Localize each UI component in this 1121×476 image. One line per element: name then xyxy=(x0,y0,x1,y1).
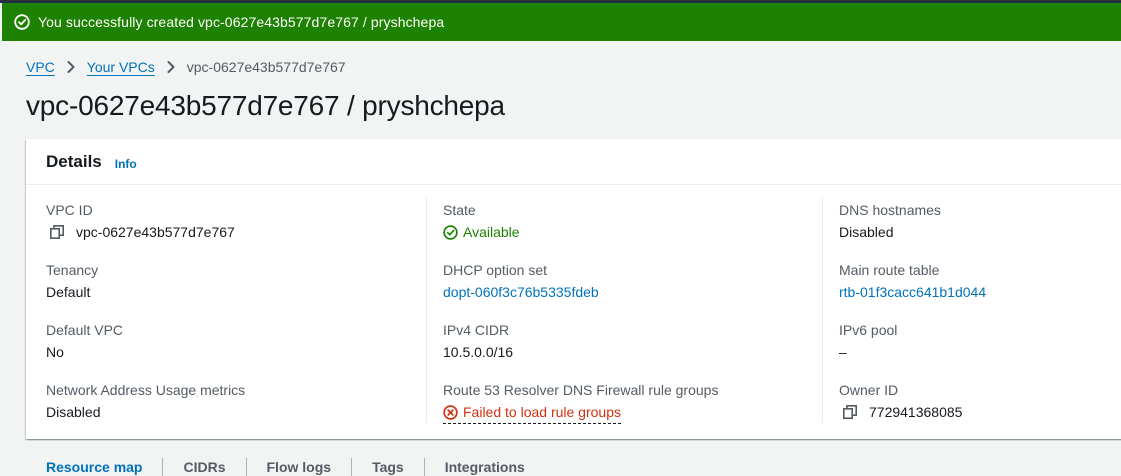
vpc-id-field: VPC ID vpc-0627e43b577d7e767 xyxy=(46,201,426,261)
tab-flow-logs[interactable]: Flow logs xyxy=(245,458,352,476)
r53-firewall-field: Route 53 Resolver DNS Firewall rule grou… xyxy=(443,381,823,441)
details-column-2: State Available DHCP option set dopt-060… xyxy=(443,201,823,441)
info-link[interactable]: Info xyxy=(115,157,137,171)
vpc-id-value: vpc-0627e43b577d7e767 xyxy=(76,224,235,240)
breadcrumb-your-vpcs-link[interactable]: Your VPCs xyxy=(87,59,155,75)
details-panel: Details Info VPC ID vpc-0627e43b577d7e76… xyxy=(26,139,1121,439)
details-column-3: DNS hostnames Disabled Main route table … xyxy=(839,201,1121,441)
vpc-id-label: VPC ID xyxy=(46,202,93,218)
dns-hostnames-field: DNS hostnames Disabled xyxy=(839,201,1121,261)
page-title: vpc-0627e43b577d7e767 / pryshchepa xyxy=(26,90,505,121)
check-circle-icon xyxy=(443,224,458,240)
ipv6-pool-label: IPv6 pool xyxy=(839,322,898,338)
owner-id-label: Owner ID xyxy=(839,382,899,398)
nau-metrics-field: Network Address Usage metrics Disabled xyxy=(46,381,426,441)
dhcp-field: DHCP option set dopt-060f3c76b5335fdeb xyxy=(443,261,823,321)
main-route-table-label: Main route table xyxy=(839,262,940,278)
main-route-table-field: Main route table rtb-01f3cacc641b1d044 xyxy=(839,261,1121,321)
dns-hostnames-value: Disabled xyxy=(839,224,894,240)
column-divider xyxy=(426,197,427,423)
flash-message: You successfully created vpc-0627e43b577… xyxy=(38,14,445,30)
tab-tags[interactable]: Tags xyxy=(351,458,424,476)
dns-hostnames-label: DNS hostnames xyxy=(839,202,941,218)
details-title: Details xyxy=(46,151,102,171)
tenancy-field: Tenancy Default xyxy=(46,261,426,321)
details-header: Details Info xyxy=(26,139,1121,185)
check-circle-icon xyxy=(14,14,30,30)
state-label: State xyxy=(443,202,476,218)
chevron-right-icon xyxy=(166,60,176,74)
ipv6-pool-value: – xyxy=(839,344,847,360)
ipv4-cidr-field: IPv4 CIDR 10.5.0.0/16 xyxy=(443,321,823,381)
copy-icon[interactable] xyxy=(50,225,64,239)
ipv4-cidr-value: 10.5.0.0/16 xyxy=(443,344,514,360)
default-vpc-label: Default VPC xyxy=(46,322,124,338)
detail-tabs: Resource map CIDRs Flow logs Tags Integr… xyxy=(26,458,545,476)
default-vpc-value: No xyxy=(46,344,64,360)
default-vpc-field: Default VPC No xyxy=(46,321,426,381)
copy-icon[interactable] xyxy=(843,405,857,419)
r53-firewall-label: Route 53 Resolver DNS Firewall rule grou… xyxy=(443,382,719,398)
dhcp-label: DHCP option set xyxy=(443,262,548,278)
r53-error-popover-trigger[interactable]: Failed to load rule groups xyxy=(443,403,621,424)
breadcrumb-vpc-link[interactable]: VPC xyxy=(26,59,55,75)
tab-integrations[interactable]: Integrations xyxy=(423,458,545,476)
breadcrumb: VPC Your VPCs vpc-0627e43b577d7e767 xyxy=(26,59,346,75)
owner-id-field: Owner ID 772941368085 xyxy=(839,381,1121,441)
state-field: State Available xyxy=(443,201,823,261)
tab-resource-map[interactable]: Resource map xyxy=(26,458,162,476)
state-value: Available xyxy=(463,224,520,240)
dhcp-option-set-link[interactable]: dopt-060f3c76b5335fdeb xyxy=(443,283,599,301)
nau-metrics-value: Disabled xyxy=(46,404,101,420)
tab-cidrs[interactable]: CIDRs xyxy=(162,458,245,476)
ipv4-cidr-label: IPv4 CIDR xyxy=(443,322,510,338)
chevron-right-icon xyxy=(66,60,76,74)
details-column-1: VPC ID vpc-0627e43b577d7e767 Tenancy Def… xyxy=(46,201,426,441)
breadcrumb-current: vpc-0627e43b577d7e767 xyxy=(186,59,346,75)
success-flash-banner: You successfully created vpc-0627e43b577… xyxy=(2,3,1121,41)
r53-error-text: Failed to load rule groups xyxy=(463,404,621,420)
error-circle-icon xyxy=(443,404,458,420)
tenancy-value: Default xyxy=(46,284,91,300)
nau-metrics-label: Network Address Usage metrics xyxy=(46,382,246,398)
tenancy-label: Tenancy xyxy=(46,262,99,278)
ipv6-pool-field: IPv6 pool – xyxy=(839,321,1121,381)
owner-id-value: 772941368085 xyxy=(869,404,963,420)
main-route-table-link[interactable]: rtb-01f3cacc641b1d044 xyxy=(839,283,986,301)
